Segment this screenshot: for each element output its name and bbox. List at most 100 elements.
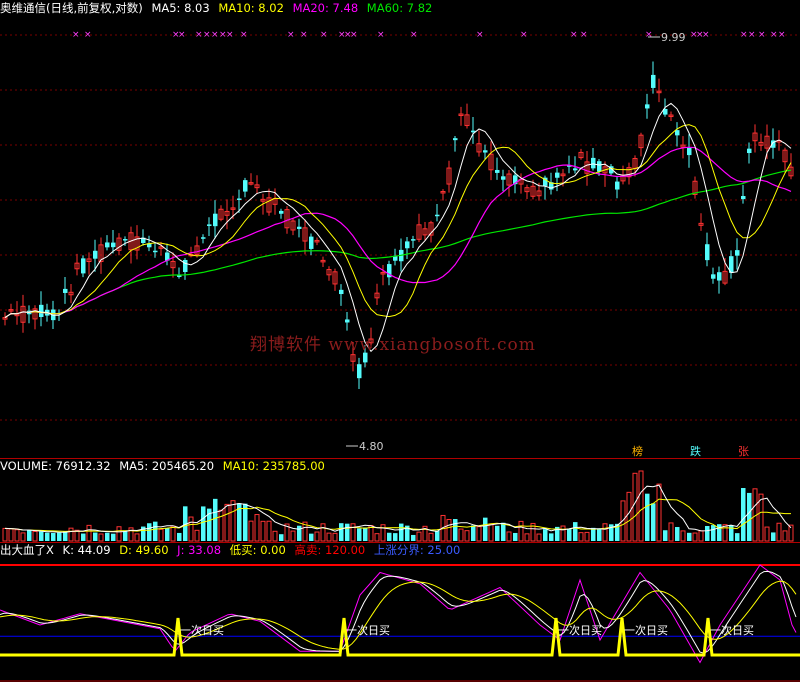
volume-bar [86,524,92,542]
candle-body [555,172,560,178]
volume-bar [506,531,512,542]
volume-bar [32,530,38,542]
top-marker: × [520,30,528,40]
top-marker: × [211,30,219,40]
k-line [0,570,797,654]
tag-die: 跌 [690,444,701,458]
volume-bar [453,519,458,541]
top-marker: × [203,30,211,40]
volume-bar [458,528,464,542]
buy-signal-label: 一次日买 [180,623,224,637]
candle-body [153,250,158,253]
top-marker: × [350,30,358,40]
volume-bar [446,519,452,542]
volume-bar [735,533,740,541]
top-marker: × [84,30,92,40]
volume-bar [602,523,608,542]
top-marker: × [748,30,756,40]
volume-bar [393,533,398,541]
top-marker: × [300,30,308,40]
candle-body [747,148,752,154]
volume-ma10-value: MA10: 235785.00 [222,459,325,473]
volume-bar [98,533,104,542]
candle-body [495,169,500,173]
candle-body [309,236,314,249]
candle-body [453,138,458,141]
volume-bar [39,531,44,541]
watermark: 翔博软件 www.xiangbosoft.com [250,335,536,355]
indicator-name: 出大血了X [0,543,54,557]
candle-body [279,210,284,214]
price-grid [0,34,800,421]
candle-body [297,226,302,229]
moving-average-lines [4,102,792,353]
volume-bar [543,529,548,541]
volume-bar [81,533,86,541]
candle-body [201,237,206,239]
d-line [0,580,797,650]
volume-bar [560,525,566,542]
candle-body [93,250,98,259]
ma10-line [4,124,792,319]
candle-body [183,259,188,272]
volume-bar [488,523,494,542]
volume-bar [230,500,236,542]
volume-bar [290,530,296,542]
max-price-label: 9.99 [661,31,686,44]
boundary-value: 上涨分界: 25.00 [373,543,461,557]
volume-bar [680,530,686,542]
ma20-value: MA20: 7.48 [292,1,359,15]
volume-bar [363,527,368,541]
candle-body [645,104,650,109]
volume-bar [578,532,584,542]
top-marker: × [287,30,295,40]
indicator-header: 出大血了X K: 44.09 D: 49.60 J: 33.08 低买: 0.0… [0,542,465,558]
volume-bar [326,532,332,542]
volume-bar [495,525,500,541]
volume-bar [597,529,602,541]
volume-bar [771,532,776,541]
volume-bar [2,527,8,542]
candle-body [483,150,488,153]
volume-bar [584,531,590,542]
top-marker: × [240,30,248,40]
candle-body [705,244,710,261]
candle-body [357,364,362,379]
volume-bar [68,527,74,542]
volume-bar [339,523,344,541]
volume-bar [428,532,434,542]
volume-bar [476,526,482,542]
j-value: J: 33.08 [177,543,222,557]
volume-bar [651,503,656,541]
ma5-value: MA5: 8.03 [151,1,210,15]
candle-body [591,157,596,169]
volume-bar [549,533,554,541]
candle-body [213,213,218,227]
volume-bar [27,529,32,541]
volume-bar [747,492,752,541]
volume-bar [764,526,770,542]
volume-bar [224,503,230,542]
volume-bar [57,532,62,541]
candle-body [411,239,416,241]
volume-bar [248,520,254,542]
d-value: D: 49.60 [119,543,169,557]
candle-body [111,242,116,248]
candle-body [597,161,602,172]
top-marker: × [377,30,385,40]
volume-bar [387,532,392,541]
candle-body [123,239,128,241]
volume-bar [567,528,572,541]
volume-bar [722,524,728,542]
volume-bar [687,532,692,541]
volume-bar [435,530,440,541]
volume-bar [165,527,170,541]
volume-bar [675,527,680,541]
k-value: K: 44.09 [62,543,111,557]
volume-bar [536,533,542,542]
volume-header: VOLUME: 76912.32 MA5: 205465.20 MA10: 23… [0,458,330,474]
volume-bar [626,491,632,542]
volume-bar [717,524,722,541]
volume-value: VOLUME: 76912.32 [0,459,111,473]
volume-bar [218,509,224,542]
